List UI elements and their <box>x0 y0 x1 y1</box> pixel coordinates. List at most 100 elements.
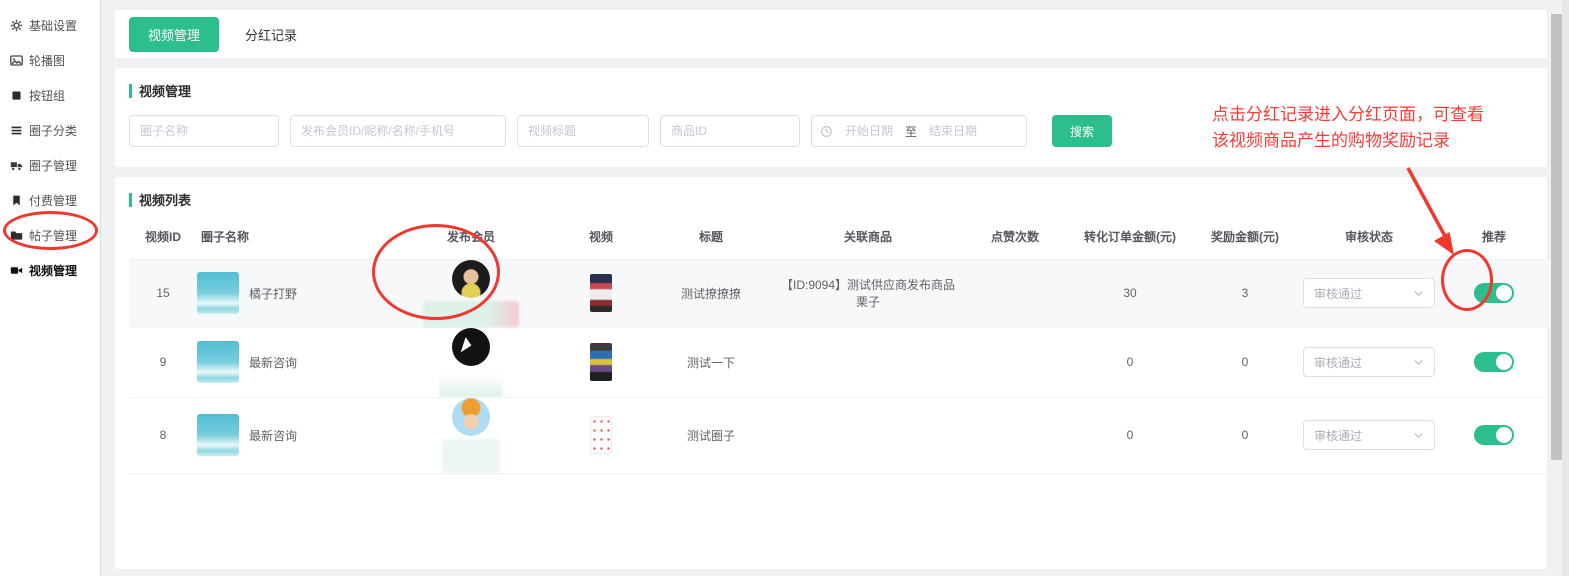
sidebar-item-payment-manage[interactable]: 付费管理 <box>0 183 100 218</box>
video-thumbnail[interactable] <box>590 416 612 454</box>
cell-circle-name: 橘子打野 <box>197 272 387 314</box>
col-likes: 点赞次数 <box>961 215 1069 259</box>
circle-thumbnail <box>197 414 239 456</box>
square-icon <box>10 89 23 102</box>
cell-converted-amount: 0 <box>1069 327 1191 397</box>
publisher-avatar <box>452 260 490 298</box>
video-thumbnail[interactable] <box>590 343 612 381</box>
video-table: 视频ID 圈子名称 发布会员 视频 标题 关联商品 点赞次数 转化订单金额(元)… <box>129 215 1569 474</box>
video-list-panel: 视频列表 视频ID 圈子名称 发布会员 视频 标题 关联商品 点赞次数 转化订单… <box>115 177 1547 569</box>
cell-likes <box>961 259 1069 327</box>
cell-likes <box>961 397 1069 473</box>
end-date-input[interactable] <box>921 124 985 138</box>
cell-title: 测试圈子 <box>647 397 775 473</box>
cell-video-id: 8 <box>129 397 197 473</box>
date-range-picker[interactable]: 至 <box>811 115 1027 147</box>
sidebar-item-button-group[interactable]: 按钮组 <box>0 78 100 113</box>
cell-publisher <box>387 327 555 397</box>
recommend-toggle[interactable] <box>1474 425 1514 445</box>
audit-status-select[interactable]: 审核通过 <box>1303 420 1435 450</box>
cell-converted-amount: 0 <box>1069 397 1191 473</box>
tab-bar: 视频管理 分红记录 <box>115 10 1547 58</box>
search-section-title: 视频管理 <box>129 81 1533 100</box>
tab-video-manage[interactable]: 视频管理 <box>129 17 219 52</box>
table-row: 9 最新咨询 测试一下 0 0 审核通过 <box>129 327 1569 397</box>
date-range-to-label: 至 <box>905 123 917 140</box>
audit-status-value: 审核通过 <box>1314 354 1362 371</box>
col-converted-amount: 转化订单金额(元) <box>1069 215 1191 259</box>
cell-related-product <box>775 327 961 397</box>
circle-name-text: 最新咨询 <box>249 427 297 444</box>
sidebar: 基础设置 轮播图 按钮组 圈子分类 圈子管理 付费管理 帖子管理 视频管理 <box>0 0 101 576</box>
sidebar-item-post-manage[interactable]: 帖子管理 <box>0 218 100 253</box>
sidebar-item-circle-manage[interactable]: 圈子管理 <box>0 148 100 183</box>
scrollbar-thumb[interactable] <box>1551 14 1562 460</box>
audit-status-select[interactable]: 审核通过 <box>1303 278 1435 308</box>
chevron-down-icon <box>1413 357 1424 368</box>
tab-dividend-record[interactable]: 分红记录 <box>245 25 297 44</box>
video-camera-icon <box>10 264 23 277</box>
folder-icon <box>10 229 23 242</box>
col-recommend: 推荐 <box>1439 215 1549 259</box>
sidebar-item-label: 圈子分类 <box>29 122 77 139</box>
sidebar-item-video-manage[interactable]: 视频管理 <box>0 253 100 288</box>
list-icon <box>10 124 23 137</box>
sidebar-item-label: 基础设置 <box>29 17 77 34</box>
circle-name-input[interactable] <box>129 115 279 147</box>
clock-icon <box>820 125 833 138</box>
col-publisher: 发布会员 <box>387 215 555 259</box>
col-audit-status: 审核状态 <box>1299 215 1439 259</box>
col-reward-amount: 奖励金额(元) <box>1191 215 1299 259</box>
circle-thumbnail <box>197 341 239 383</box>
search-button[interactable]: 搜索 <box>1052 115 1112 147</box>
audit-status-value: 审核通过 <box>1314 427 1362 444</box>
cell-likes <box>961 327 1069 397</box>
sidebar-item-label: 轮播图 <box>29 52 65 69</box>
sidebar-item-label: 付费管理 <box>29 192 77 209</box>
video-title-input[interactable] <box>517 115 649 147</box>
publisher-name-redacted <box>442 439 500 473</box>
sidebar-item-label: 帖子管理 <box>29 227 77 244</box>
cell-video <box>555 259 647 327</box>
sidebar-item-label: 视频管理 <box>29 262 77 279</box>
audit-status-select[interactable]: 审核通过 <box>1303 347 1435 377</box>
recommend-toggle[interactable] <box>1474 283 1514 303</box>
cell-video-id: 9 <box>129 327 197 397</box>
publisher-avatar <box>452 398 490 436</box>
col-video: 视频 <box>555 215 647 259</box>
sidebar-item-circle-category[interactable]: 圈子分类 <box>0 113 100 148</box>
cell-related-product <box>775 397 961 473</box>
filter-row: 至 搜索 <box>129 115 1533 147</box>
video-thumbnail[interactable] <box>590 274 612 312</box>
table-row: 15 橘子打野 测试撩撩撩 【ID:9094】测试供应商发布商品栗子 30 3 … <box>129 259 1569 327</box>
circle-thumbnail <box>197 272 239 314</box>
search-panel: 视频管理 至 搜索 <box>115 68 1547 167</box>
cell-reward-amount: 3 <box>1191 259 1299 327</box>
chevron-down-icon <box>1413 288 1424 299</box>
cell-publisher <box>387 259 555 327</box>
col-title: 标题 <box>647 215 775 259</box>
chevron-down-icon <box>1413 430 1424 441</box>
cell-reward-amount: 0 <box>1191 397 1299 473</box>
publisher-name-redacted <box>439 369 503 397</box>
col-circle-name: 圈子名称 <box>197 215 387 259</box>
col-related-product: 关联商品 <box>775 215 961 259</box>
table-header-row: 视频ID 圈子名称 发布会员 视频 标题 关联商品 点赞次数 转化订单金额(元)… <box>129 215 1569 259</box>
sidebar-item-carousel[interactable]: 轮播图 <box>0 43 100 78</box>
main-content: 视频管理 分红记录 视频管理 至 搜索 视频列表 视频ID 圈子名称 <box>102 0 1549 576</box>
circle-name-text: 橘子打野 <box>249 285 297 302</box>
window-edge <box>1562 0 1569 576</box>
cell-circle-name: 最新咨询 <box>197 341 387 383</box>
recommend-toggle[interactable] <box>1474 352 1514 372</box>
member-search-input[interactable] <box>290 115 506 147</box>
publisher-name-redacted <box>423 301 519 327</box>
cell-publisher <box>387 397 555 473</box>
audit-status-value: 审核通过 <box>1314 285 1362 302</box>
cell-video <box>555 397 647 473</box>
table-row: 8 最新咨询 测试圈子 0 0 审核通过 <box>129 397 1569 473</box>
col-video-id: 视频ID <box>129 215 197 259</box>
image-icon <box>10 54 23 67</box>
product-id-input[interactable] <box>660 115 800 147</box>
sidebar-item-basic-settings[interactable]: 基础设置 <box>0 8 100 43</box>
start-date-input[interactable] <box>837 124 901 138</box>
